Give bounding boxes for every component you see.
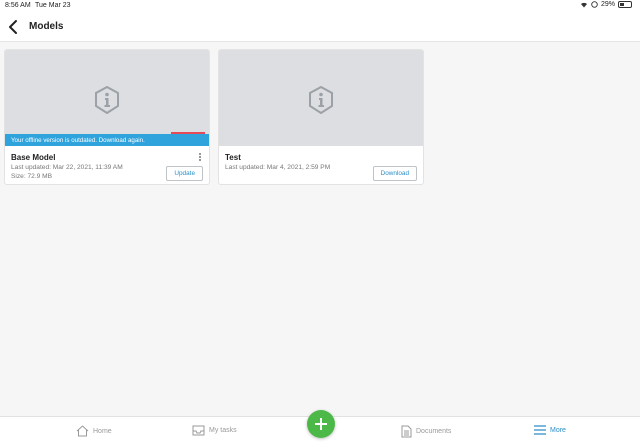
status-indicators: 29% <box>580 1 632 8</box>
model-size: Size: 72.9 MB <box>11 173 53 180</box>
model-placeholder-icon <box>309 86 333 114</box>
model-last-updated: Last updated: Mar 4, 2021, 2:59 PM <box>225 164 331 171</box>
model-card[interactable]: Your offline version is outdated. Downlo… <box>4 49 210 185</box>
update-button[interactable]: Update <box>166 166 203 181</box>
screen-lock-icon <box>591 1 598 8</box>
header: Models <box>0 12 640 42</box>
tab-more-label: More <box>550 426 566 434</box>
status-bar: 8:56 AM Tue Mar 23 29% <box>0 0 640 12</box>
status-date: Tue Mar 23 <box>35 2 71 9</box>
page-title: Models <box>29 21 64 32</box>
tab-home-label: Home <box>93 427 112 435</box>
model-card[interactable]: Test Last updated: Mar 4, 2021, 2:59 PM … <box>218 49 424 185</box>
status-time: 8:56 AM <box>5 2 31 9</box>
model-thumbnail <box>219 50 423 146</box>
banner-highlight <box>171 132 205 134</box>
tab-my-tasks[interactable]: My tasks <box>192 425 237 436</box>
more-options-icon[interactable] <box>197 152 203 162</box>
home-icon <box>76 425 89 437</box>
back-arrow-icon[interactable] <box>6 18 22 36</box>
inbox-icon <box>192 425 205 436</box>
model-name: Test <box>225 153 241 162</box>
tab-my-tasks-label: My tasks <box>209 427 237 434</box>
model-last-updated: Last updated: Mar 22, 2021, 11:39 AM <box>11 164 123 171</box>
outdated-banner[interactable]: Your offline version is outdated. Downlo… <box>5 134 209 146</box>
tab-home[interactable]: Home <box>76 425 112 437</box>
battery-icon <box>618 1 632 8</box>
tab-documents-label: Documents <box>416 428 452 435</box>
download-button[interactable]: Download <box>372 166 417 181</box>
tab-documents[interactable]: Documents <box>401 425 451 438</box>
model-name: Base Model <box>11 153 56 162</box>
battery-percent: 29% <box>600 1 615 8</box>
add-button[interactable] <box>307 410 335 438</box>
tab-more[interactable]: More <box>534 425 566 435</box>
hamburger-menu-icon <box>534 425 546 435</box>
document-icon <box>401 425 412 438</box>
model-placeholder-icon <box>95 86 119 114</box>
wifi-icon <box>580 2 587 8</box>
